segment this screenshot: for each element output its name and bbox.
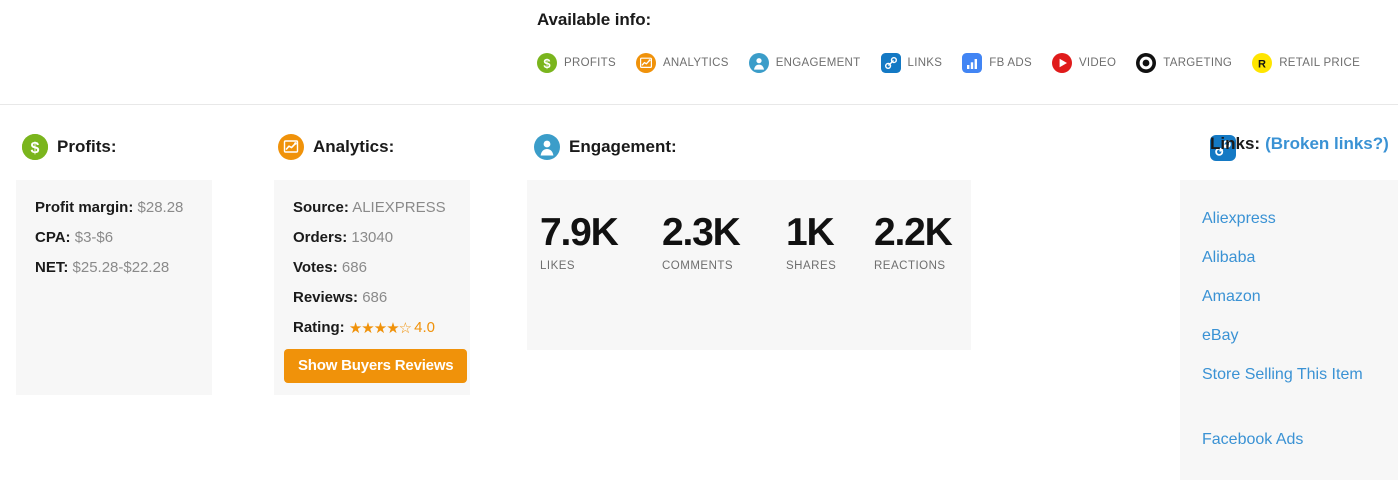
available-info-header: Available info: $ PROFITS ANALYTICS ENGAGEM…	[0, 0, 1398, 105]
bar-chart-icon	[962, 53, 982, 73]
cpa-row: CPA: $3-$6	[35, 229, 113, 246]
available-info-label: PROFITS	[564, 57, 616, 69]
star-filled-icon: ★	[374, 320, 386, 337]
orders-row: Orders: 13040	[293, 229, 393, 246]
stat-reactions-value: 2.2K	[874, 212, 952, 254]
reviews-row: Reviews: 686	[293, 289, 387, 306]
available-info-item-fb-ads[interactable]: FB ADS	[962, 53, 1032, 73]
profit-margin-value: $28.28	[138, 199, 184, 216]
stat-shares-value: 1K	[786, 212, 836, 254]
stat-likes-label: LIKES	[540, 260, 618, 272]
stat-comments-value: 2.3K	[662, 212, 740, 254]
rating-stars: ★★★★☆	[349, 319, 411, 337]
source-row: Source: ALIEXPRESS	[293, 199, 446, 216]
available-info-item-retail-price[interactable]: R RETAIL PRICE	[1252, 53, 1360, 73]
dollar-circle-icon: $	[537, 53, 557, 73]
source-key: Source:	[293, 199, 349, 216]
star-filled-icon: ★	[361, 320, 373, 337]
star-filled-icon: ★	[349, 320, 361, 337]
dollar-circle-icon: $	[22, 134, 48, 160]
orders-key: Orders:	[293, 229, 347, 246]
rating-row: Rating: ★★★★☆4.0	[293, 319, 435, 337]
available-info-item-targeting[interactable]: TARGETING	[1136, 53, 1232, 73]
svg-text:$: $	[31, 140, 40, 157]
available-info-label: ENGAGEMENT	[776, 57, 861, 69]
link-item[interactable]: Amazon	[1202, 284, 1382, 309]
link-item[interactable]: Aliexpress	[1202, 206, 1382, 231]
analytics-heading-label: Analytics:	[313, 137, 394, 157]
link-item[interactable]: Store Selling This Item	[1202, 362, 1382, 387]
profits-heading: $ Profits:	[22, 134, 117, 160]
person-circle-icon	[749, 53, 769, 73]
rating-value: 4.0	[414, 319, 435, 336]
orders-value: 13040	[351, 229, 393, 246]
stat-comments-label: COMMENTS	[662, 260, 740, 272]
cpa-value: $3-$6	[75, 229, 113, 246]
analytics-heading: Analytics:	[278, 134, 394, 160]
votes-value: 686	[342, 259, 367, 276]
votes-key: Votes:	[293, 259, 338, 276]
star-filled-icon: ★	[386, 320, 398, 337]
profit-margin-key: Profit margin:	[35, 199, 133, 216]
available-info-label: FB ADS	[989, 57, 1032, 69]
stat-shares: 1K SHARES	[786, 212, 836, 272]
stat-reactions-label: REACTIONS	[874, 260, 952, 272]
reviews-value: 686	[362, 289, 387, 306]
engagement-heading-label: Engagement:	[569, 137, 677, 157]
available-info-item-profits[interactable]: $ PROFITS	[537, 53, 616, 73]
available-info-item-links[interactable]: LINKS	[881, 53, 943, 73]
link-item[interactable]: Alibaba	[1202, 245, 1382, 270]
available-info-label: TARGETING	[1163, 57, 1232, 69]
svg-text:$: $	[543, 56, 551, 71]
links-heading: Links: (Broken links?)	[1210, 134, 1389, 154]
available-info-item-video[interactable]: VIDEO	[1052, 53, 1116, 73]
profit-margin-row: Profit margin: $28.28	[35, 199, 183, 216]
available-info-item-engagement[interactable]: ENGAGEMENT	[749, 53, 861, 73]
profits-heading-label: Profits:	[57, 137, 117, 157]
link-item[interactable]: eBay	[1202, 323, 1382, 348]
chart-circle-icon	[278, 134, 304, 160]
net-value: $25.28-$22.28	[73, 259, 170, 276]
stat-comments: 2.3K COMMENTS	[662, 212, 740, 272]
net-row: NET: $25.28-$22.28	[35, 259, 169, 276]
available-info-label: LINKS	[908, 57, 943, 69]
stat-likes: 7.9K LIKES	[540, 212, 618, 272]
available-info-item-analytics[interactable]: ANALYTICS	[636, 53, 729, 73]
chart-circle-icon	[636, 53, 656, 73]
available-info-label: RETAIL PRICE	[1279, 57, 1360, 69]
play-circle-icon	[1052, 53, 1072, 73]
cpa-key: CPA:	[35, 229, 71, 246]
rating-key: Rating:	[293, 319, 345, 336]
retail-r-icon: R	[1252, 53, 1272, 73]
person-circle-icon	[534, 134, 560, 160]
links-heading-label: Links:	[1210, 134, 1260, 154]
show-buyers-reviews-button[interactable]: Show Buyers Reviews	[284, 349, 467, 383]
link-item[interactable]: Facebook Ads	[1202, 427, 1382, 452]
reviews-key: Reviews:	[293, 289, 358, 306]
broken-links-link[interactable]: (Broken links?)	[1265, 134, 1389, 154]
svg-text:R: R	[1258, 59, 1266, 71]
chain-link-icon	[881, 53, 901, 73]
stat-shares-label: SHARES	[786, 260, 836, 272]
available-info-label: ANALYTICS	[663, 57, 729, 69]
available-info-list: $ PROFITS ANALYTICS ENGAGEMENT LINKS FB ADS VI…	[537, 53, 1380, 73]
stat-likes-value: 7.9K	[540, 212, 618, 254]
target-circle-icon	[1136, 53, 1156, 73]
page-title: Available info:	[537, 10, 651, 30]
source-value: ALIEXPRESS	[352, 199, 445, 216]
votes-row: Votes: 686	[293, 259, 367, 276]
net-key: NET:	[35, 259, 68, 276]
stat-reactions: 2.2K REACTIONS	[874, 212, 952, 272]
star-empty-icon: ☆	[399, 320, 411, 337]
engagement-heading: Engagement:	[534, 134, 677, 160]
available-info-label: VIDEO	[1079, 57, 1116, 69]
